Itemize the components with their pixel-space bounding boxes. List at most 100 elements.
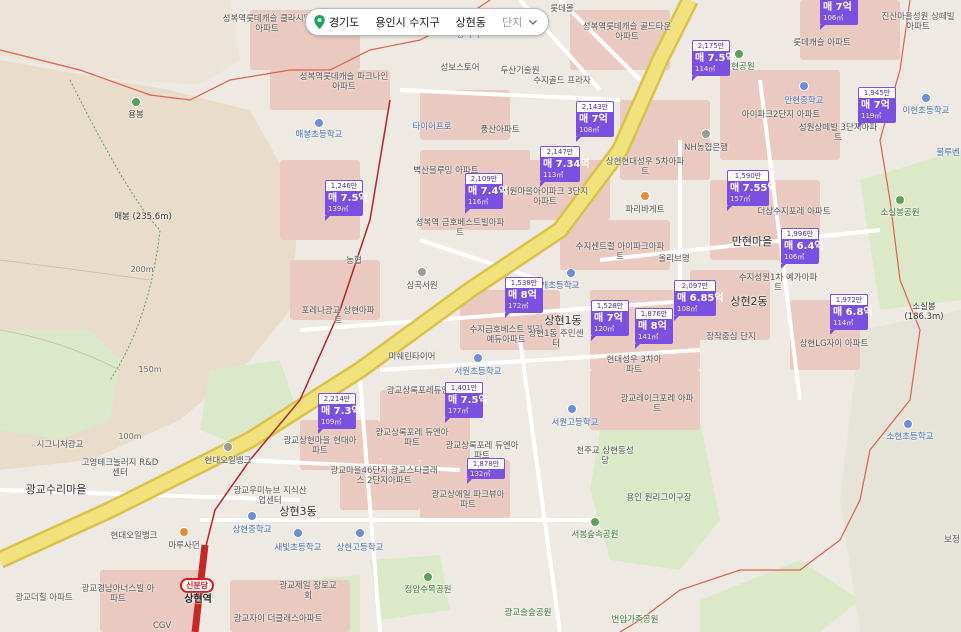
price-per-area: 2,097만 — [674, 280, 716, 291]
park-icon — [590, 517, 600, 527]
chevron-down-icon[interactable] — [528, 17, 538, 27]
sale-price: 매 7억 — [823, 2, 852, 13]
place-label: 올리브영 — [658, 254, 690, 264]
place-label: NH농협은행 — [683, 143, 729, 153]
city-selector[interactable]: 용인시 수지구 — [375, 14, 439, 30]
area-label: 상현1동 — [544, 314, 582, 327]
price-marker[interactable]: 2,143만 매 7억 108㎡ — [576, 101, 614, 142]
price-marker[interactable]: 2,175만 매 7.5억 114㎡ — [692, 40, 735, 81]
place-label: 광교솔숲공원 — [504, 608, 552, 618]
school-icon — [473, 353, 483, 363]
price-per-area: 1,876만 — [635, 308, 673, 319]
park-icon — [131, 97, 141, 107]
price-marker[interactable]: 1,590만 매 7.55억 157㎡ — [727, 170, 777, 211]
price-marker[interactable]: 1,538만 매 8억 172㎡ — [505, 277, 543, 318]
price-per-area: 1,996만 — [781, 228, 819, 239]
place-label: 소현초등학교 — [886, 432, 934, 442]
unit-area: 116㎡ — [468, 198, 489, 206]
area-label: 상현2동 — [730, 295, 768, 308]
place-label: 고영테크놀러지 R&D센터 — [81, 458, 159, 478]
place-label: 장작중심 단지 — [706, 332, 756, 342]
price-marker[interactable]: 1,878만 132㎡ — [467, 458, 505, 484]
place-label: 매봉초등학교 — [295, 130, 343, 140]
area-label: 상현3동 — [279, 505, 317, 518]
location-filter-bar[interactable]: 경기도 용인시 수지구 상현동 단지 — [305, 8, 550, 36]
place-label: 마루사던 — [168, 541, 200, 551]
unit-area: 157㎡ — [730, 195, 751, 203]
unit-area: 108㎡ — [677, 305, 698, 313]
price-marker[interactable]: 1,972만 매 6.8억 114㎡ — [830, 294, 873, 335]
building-icon — [223, 442, 233, 452]
price-marker[interactable]: 1,945만 매 7억 119㎡ — [858, 87, 896, 128]
contour-label: 200m — [130, 265, 154, 274]
place-label: 소실봉공원 — [880, 208, 920, 218]
place-label: 용봉 — [128, 110, 144, 120]
place-label: CGV — [152, 621, 172, 631]
place-label: 천주교 상현동성당 — [576, 446, 634, 466]
school-icon — [293, 528, 303, 538]
park-icon — [734, 49, 744, 59]
place-label: 소실봉 (186.3m) — [904, 302, 944, 322]
dong-selector[interactable]: 상현동 — [456, 14, 486, 30]
subway-station-name[interactable]: 상현역 — [184, 590, 212, 605]
place-label: 상현1동 주민센터 — [528, 329, 584, 349]
food-icon — [179, 527, 189, 537]
place-label: 불루벤 — [936, 148, 960, 158]
price-marker[interactable]: 2,214만 매 7.3억 109㎡ — [318, 393, 361, 434]
place-label: 만현중학교 — [784, 96, 824, 106]
place-label: 매봉 (235.6m) — [114, 212, 172, 222]
place-label: 성복역롯데캐슬 클라시엘아파트 — [222, 14, 312, 34]
school-icon — [314, 118, 324, 128]
place-label: 성보스토어 — [440, 63, 480, 73]
price-per-area: 1,878만 — [467, 458, 505, 469]
place-label: 광교경남아너스빌 아파트 — [81, 584, 155, 604]
sale-price: 매 7억 — [579, 114, 608, 125]
sale-price: 매 7억 — [861, 100, 890, 111]
sale-price: 매 7.5억 — [448, 395, 488, 406]
location-pin-icon — [314, 15, 325, 29]
price-marker[interactable]: 1,528만 매 7억 120㎡ — [591, 300, 629, 341]
place-label: 보정 — [944, 535, 960, 545]
unit-area: 119㎡ — [861, 112, 882, 120]
map-canvas[interactable]: 광교수리마을 상현3동 상현2동 만현마을 상현1동 성복역롯데캐슬 클라시엘아… — [0, 0, 961, 632]
price-marker[interactable]: 2,109만 매 7.4억 116㎡ — [465, 173, 508, 214]
price-marker[interactable]: 2,097만 매 6.85억 108㎡ — [674, 280, 724, 321]
place-label: 광교레이크포레 아파트 — [620, 394, 694, 414]
price-per-area: 2,147만 — [540, 146, 580, 157]
price-per-area: 2,175만 — [692, 40, 730, 51]
place-label: 타이어프로 — [412, 122, 452, 132]
unit-area: 113㎡ — [543, 171, 564, 179]
place-label: 아이파크2단지 아파트 — [741, 110, 821, 120]
place-label: 수지성원1차 예가아파트 — [738, 273, 818, 293]
place-label: 광교상록포레듀엔 — [386, 386, 450, 396]
school-icon — [799, 81, 809, 91]
place-label: 상현현대성우 5차아파트 — [605, 157, 685, 177]
place-label: 번암가족공원 — [611, 615, 659, 625]
price-marker[interactable]: 1,876만 매 8억 141㎡ — [635, 308, 673, 349]
price-marker[interactable]: 1,246만 매 7.5억 139㎡ — [325, 180, 368, 221]
sale-price: 매 7.3억 — [321, 406, 361, 417]
contour-label: 100m — [118, 432, 142, 441]
place-label: 상현중학교 — [232, 525, 272, 535]
province-selector[interactable]: 경기도 — [329, 14, 359, 30]
place-label: 미쉐린타이어 — [388, 352, 436, 362]
complex-selector[interactable]: 단지 — [502, 14, 522, 30]
price-marker[interactable]: 1,996만 매 6.4억 106㎡ — [781, 228, 824, 269]
school-icon — [247, 511, 257, 521]
price-per-area: 1,401만 — [445, 382, 483, 393]
price-per-area: 1,528만 — [591, 300, 629, 311]
building-icon — [417, 267, 427, 277]
food-icon — [640, 191, 650, 201]
price-per-area: 1,972만 — [830, 294, 868, 305]
price-marker[interactable]: 매 7억 106㎡ — [820, 0, 858, 30]
sale-price: 매 8억 — [508, 290, 537, 301]
unit-area: 141㎡ — [638, 333, 659, 341]
price-per-area: 1,538만 — [505, 277, 543, 288]
price-marker[interactable]: 1,401만 매 7.5억 177㎡ — [445, 382, 488, 423]
sale-price: 매 8억 — [638, 321, 667, 332]
place-label: 시그니처광교 — [36, 440, 84, 450]
unit-area: 109㎡ — [321, 418, 342, 426]
price-marker[interactable]: 2,147만 매 7.34억 113㎡ — [540, 146, 590, 187]
sale-price: 매 7억 — [594, 313, 623, 324]
place-label: 농협 — [346, 256, 362, 266]
